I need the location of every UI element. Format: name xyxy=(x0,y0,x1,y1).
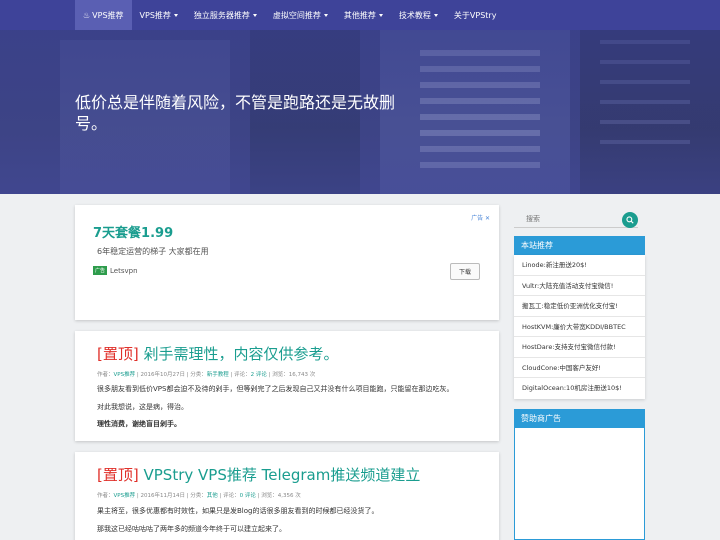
nav-dedicated[interactable]: 独立服务器推荐 xyxy=(186,0,265,30)
post-category[interactable]: 新手教程 xyxy=(207,372,229,378)
nav-vps[interactable]: VPS推荐 xyxy=(132,0,186,30)
caret-down-icon xyxy=(433,13,438,17)
recommend-link[interactable]: Vultr:大陆充值活动支付宝微信! xyxy=(514,276,645,296)
post-paragraph: 很多朋友看到低价VPS都会迫不及待的剁手，但等剁完了之后发现自己又并没有什么项目… xyxy=(97,385,454,393)
recommend-link[interactable]: CloudCone:中国客户友好! xyxy=(514,358,645,378)
post-comments[interactable]: 0 评论 xyxy=(240,493,256,499)
recommend-widget-title: 本站推荐 xyxy=(514,236,645,255)
recommend-link[interactable]: DigitalOcean:10机房注册送10$! xyxy=(514,378,645,399)
nav-label: 技术教程 xyxy=(398,10,431,20)
ad-badge: 广告 xyxy=(93,266,108,275)
nav-label: 虚拟空间推荐 xyxy=(272,10,321,20)
post-author[interactable]: VPS推荐 xyxy=(114,372,136,378)
caret-down-icon xyxy=(173,13,178,17)
post-card: [置顶] VPStry VPS推荐 Telegram推送频道建立 作者：VPS推… xyxy=(75,452,499,540)
search-icon xyxy=(626,216,634,224)
pinned-label: [置顶] xyxy=(97,345,139,363)
search-box xyxy=(514,210,638,228)
search-input[interactable] xyxy=(514,210,614,228)
ad-title[interactable]: 7天套餐1.99 xyxy=(93,222,173,241)
post-meta: 作者：VPS推荐 | 2016年11月14日 | 分类：其他 | 评论：0 评论… xyxy=(97,493,301,499)
recommend-link[interactable]: HostKVM:廉价大带宽KDDI/BBTEC xyxy=(514,317,645,337)
nav-label: VPS推荐 xyxy=(139,10,171,20)
post-title-text[interactable]: VPStry VPS推荐 Telegram推送频道建立 xyxy=(144,466,421,484)
nav-home[interactable]: ♨ VPS推荐 xyxy=(75,0,132,30)
post-title-text[interactable]: 剁手需理性，内容仅供参考。 xyxy=(144,345,339,363)
caret-down-icon xyxy=(252,13,257,17)
pinned-label: [置顶] xyxy=(97,466,139,484)
nav-label: 其他推荐 xyxy=(343,10,376,20)
post-paragraph: 理性消费，谢绝盲目剁手。 xyxy=(97,420,181,428)
ad-card[interactable]: 广告 ✕ 7天套餐1.99 6年稳定运营的梯子 大家都在用 广告 Letsvpn… xyxy=(75,205,499,320)
hero-banner: 低价总是伴随着风险，不管是跑路还是无故删号。 xyxy=(0,30,720,194)
post-comments[interactable]: 2 评论 xyxy=(251,372,267,378)
post-category[interactable]: 其他 xyxy=(207,493,218,499)
post-card: [置顶] 剁手需理性，内容仅供参考。 作者：VPS推荐 | 2016年10月27… xyxy=(75,331,499,441)
nav-label: 关于VPStry xyxy=(453,10,497,20)
nav-about[interactable]: 关于VPStry xyxy=(446,0,505,30)
post-meta: 作者：VPS推荐 | 2016年10月27日 | 分类：新手教程 | 评论：2 … xyxy=(97,372,316,378)
caret-down-icon xyxy=(323,13,328,17)
ad-download-button[interactable]: 下载 xyxy=(449,263,480,280)
recommend-list: Linode:新注册送20$! Vultr:大陆充值活动支付宝微信! 搬瓦工:稳… xyxy=(514,255,645,399)
ad-brand-name: Letsvpn xyxy=(110,266,138,275)
nav-label: VPS推荐 xyxy=(92,10,124,20)
post-author[interactable]: VPS推荐 xyxy=(114,493,136,499)
post-paragraph: 对此我想说，这是病，得治。 xyxy=(97,403,188,411)
recommend-link[interactable]: 搬瓦工:稳定低价亚洲优化支付宝! xyxy=(514,296,645,317)
sponsor-widget xyxy=(514,427,645,540)
nav-tutorials[interactable]: 技术教程 xyxy=(391,0,446,30)
nav-other[interactable]: 其他推荐 xyxy=(336,0,391,30)
nav-hosting[interactable]: 虚拟空间推荐 xyxy=(265,0,336,30)
recommend-link[interactable]: Linode:新注册送20$! xyxy=(514,255,645,276)
recommend-link[interactable]: HostDare:支持支付宝微信付款! xyxy=(514,337,645,358)
top-navigation: ♨ VPS推荐 VPS推荐 独立服务器推荐 虚拟空间推荐 其他推荐 技术教程 关… xyxy=(0,0,720,30)
nav-label: 独立服务器推荐 xyxy=(193,10,250,20)
ad-close-tag[interactable]: 广告 ✕ xyxy=(471,213,490,222)
sponsor-widget-title: 赞助商广告 xyxy=(514,409,645,428)
search-button[interactable] xyxy=(622,212,638,228)
caret-down-icon xyxy=(378,13,383,17)
ad-brand: 广告 Letsvpn xyxy=(93,266,138,275)
fire-icon: ♨ xyxy=(83,10,91,20)
post-paragraph: 那我这已经咕咕咕了两年多的频道今年终于可以建立起来了。 xyxy=(97,525,286,533)
hero-title: 低价总是伴随着风险，不管是跑路还是无故删号。 xyxy=(75,93,396,133)
ad-description: 6年稳定运营的梯子 大家都在用 xyxy=(97,247,209,256)
post-paragraph: 果主将至，很多优惠都有时效性，如果只是发Blog的话很多朋友看到的时候都已经没货… xyxy=(97,507,379,515)
post-title[interactable]: [置顶] VPStry VPS推荐 Telegram推送频道建立 xyxy=(97,464,420,485)
post-title[interactable]: [置顶] 剁手需理性，内容仅供参考。 xyxy=(97,343,339,364)
